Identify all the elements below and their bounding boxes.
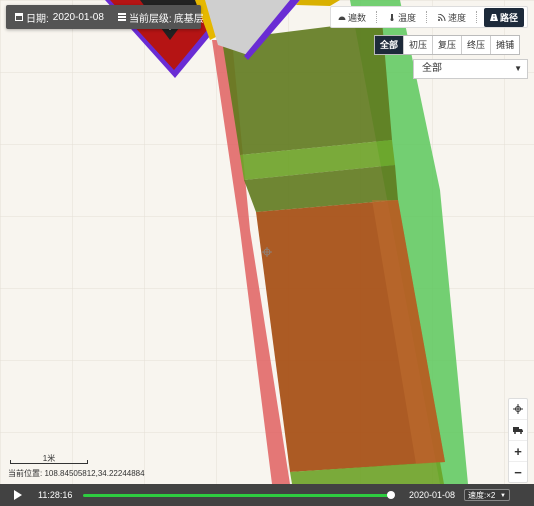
thermometer-icon <box>390 13 394 21</box>
tab-all[interactable]: 全部 <box>375 36 405 54</box>
gauge-icon <box>338 16 346 20</box>
stage-tabs: 全部 初压 复压 终压 摊铺 <box>374 35 521 55</box>
progress-track[interactable] <box>83 494 393 497</box>
rss-icon <box>437 13 446 21</box>
zoom-in-button[interactable]: + <box>509 441 527 462</box>
current-position: 当前位置: 108.84505812,34.22244884 <box>8 468 145 479</box>
scale-line <box>10 460 88 464</box>
mode-label: 温度 <box>397 12 416 23</box>
mode-passes-button[interactable]: 遍数 <box>334 9 370 26</box>
tab-re-compaction[interactable]: 复压 <box>433 36 463 54</box>
divider <box>425 11 428 23</box>
vehicle-select[interactable]: 全部 ▼ <box>413 59 528 79</box>
mode-label: 遍数 <box>347 12 366 23</box>
mode-path-button[interactable]: 路径 <box>483 7 524 27</box>
layer-label: 当前层级: <box>128 13 172 25</box>
date-info: 日期: 2020-01-08 <box>6 10 104 25</box>
position-value: 108.84505812,34.22244884 <box>44 469 145 478</box>
speed-value: ×2 <box>486 491 496 500</box>
date-label: 日期: <box>26 13 49 25</box>
calendar-icon <box>15 13 23 21</box>
speed-select[interactable]: 速度:×2 ▼ <box>464 489 510 501</box>
position-label: 当前位置: <box>8 469 43 478</box>
caret-down-icon: ▼ <box>500 493 506 499</box>
vehicle-button[interactable] <box>509 420 527 441</box>
select-value: 全部 <box>422 63 442 74</box>
road-icon <box>489 13 498 21</box>
mode-label: 路径 <box>499 12 518 23</box>
tab-final-compaction[interactable]: 终压 <box>462 36 492 54</box>
layer-info: 当前层级: 底基层 <box>117 10 204 25</box>
crosshair-icon <box>513 404 523 414</box>
zoom-out-button[interactable]: − <box>509 462 527 482</box>
mode-temperature-button[interactable]: 温度 <box>384 9 420 26</box>
tab-paving[interactable]: 摊铺 <box>491 36 519 54</box>
mode-speed-button[interactable]: 速度 <box>434 9 470 26</box>
info-bar: 日期: 2020-01-08 当前层级: 底基层 <box>6 5 204 29</box>
progress-thumb[interactable] <box>387 491 395 499</box>
date-value: 2020-01-08 <box>52 11 104 23</box>
scale-bar: 1米 <box>10 454 88 464</box>
map-controls: + − <box>508 398 528 483</box>
mode-label: 速度 <box>447 12 466 23</box>
list-icon <box>117 13 126 21</box>
caret-down-icon: ▼ <box>514 64 522 73</box>
truck-icon <box>513 427 523 434</box>
playback-time: 11:28:16 <box>38 490 73 500</box>
playback-date: 2020-01-08 <box>409 490 456 500</box>
layer-value: 底基层 <box>173 13 204 25</box>
tab-initial-compaction[interactable]: 初压 <box>404 36 434 54</box>
divider <box>475 11 478 23</box>
locate-button[interactable] <box>509 399 527 420</box>
speed-label: 速度: <box>468 491 487 500</box>
mode-toolbar: 遍数 温度 速度 路径 <box>330 6 528 28</box>
playback-bar: 11:28:16 2020-01-08 速度:×2 ▼ <box>0 484 534 506</box>
divider <box>375 11 378 23</box>
play-button[interactable] <box>14 490 22 500</box>
